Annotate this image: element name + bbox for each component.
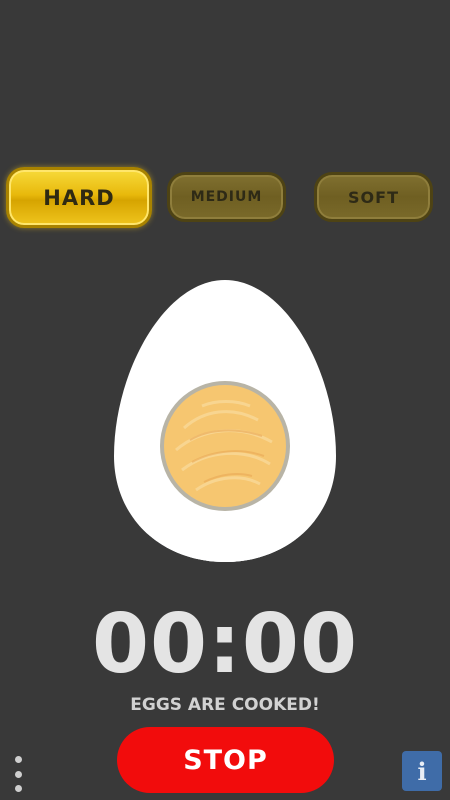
- soft-mode-label: SOFT: [348, 187, 399, 207]
- info-button[interactable]: i: [402, 751, 442, 791]
- menu-dot: [14, 756, 22, 763]
- menu-dot: [14, 770, 22, 778]
- hard-mode-label: HARD: [43, 185, 115, 210]
- medium-mode-label: MEDIUM: [190, 189, 263, 205]
- vertical-dots-menu-icon[interactable]: [11, 756, 25, 792]
- egg-icon: [114, 280, 336, 562]
- stop-button-label: STOP: [183, 744, 268, 776]
- egg-timer-screen: HARD MEDIUM SOFT 00:00 EGGS ARE COOKED! …: [0, 0, 450, 800]
- menu-dot: [14, 785, 22, 792]
- status-message: EGGS ARE COOKED!: [130, 695, 320, 715]
- stop-button[interactable]: STOP: [117, 727, 334, 793]
- boiled-egg-illustration: [112, 278, 338, 564]
- medium-mode-button[interactable]: MEDIUM: [167, 172, 286, 222]
- countdown-timer: 00:00: [91, 597, 358, 692]
- soft-mode-button[interactable]: SOFT: [314, 172, 433, 222]
- info-icon: i: [417, 756, 427, 786]
- hard-mode-button[interactable]: HARD: [6, 167, 152, 228]
